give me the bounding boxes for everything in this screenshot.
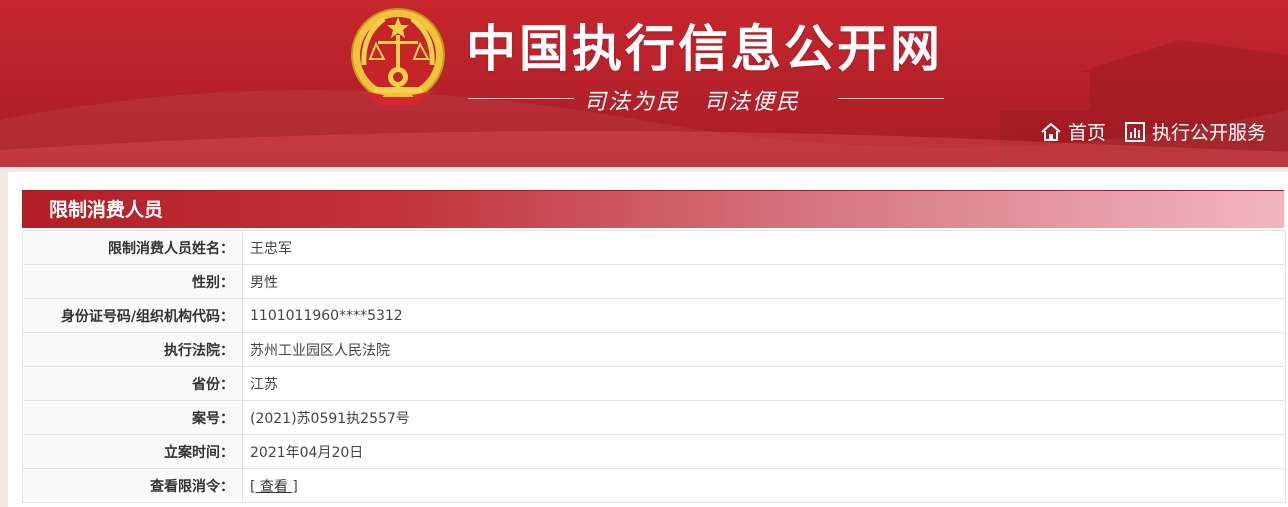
table-row: 案号： (2021)苏0591执2557号: [22, 400, 1286, 435]
row-label: 限制消费人员姓名：: [22, 230, 243, 265]
row-value: 江苏: [242, 366, 1286, 401]
nav-execution-service-label: 执行公开服务: [1151, 122, 1266, 144]
slogan-divider-right: [838, 98, 944, 99]
row-label: 立案时间：: [22, 434, 243, 469]
table-row: 省份： 江苏: [22, 366, 1286, 401]
row-label: 执行法院：: [22, 332, 243, 367]
link-bracket-close: ]: [292, 478, 298, 495]
table-row: 性别： 男性: [22, 264, 1286, 299]
table-row: 身份证号码/组织机构代码： 1101011960****5312: [22, 298, 1286, 333]
row-label: 性别：: [22, 264, 243, 299]
row-label: 查看限消令：: [22, 468, 243, 503]
table-row: 限制消费人员姓名： 王忠军: [22, 230, 1286, 265]
panel-title: 限制消费人员: [22, 190, 1284, 228]
row-value: 王忠军: [242, 230, 1286, 265]
row-value: 1101011960****5312: [242, 298, 1286, 333]
row-label: 案号：: [22, 400, 243, 435]
restricted-consumer-panel: 限制消费人员 限制消费人员姓名： 王忠军 性别： 男性 身份证号码/组织机构代码…: [8, 172, 1288, 507]
row-value: (2021)苏0591执2557号: [242, 400, 1286, 435]
slogan-divider-left: [468, 98, 574, 99]
chart-icon: [1124, 121, 1145, 142]
view-order-link[interactable]: 查看: [255, 479, 292, 495]
site-slogan: 司法为民 司法便民: [584, 90, 801, 115]
table-row: 执行法院： 苏州工业园区人民法院: [22, 332, 1286, 367]
site-header: 中国执行信息公开网 司法为民 司法便民 首页 执行公开服务: [0, 0, 1288, 167]
top-nav: 首页 执行公开服务: [1040, 118, 1266, 145]
row-value: 男性: [242, 264, 1286, 299]
court-emblem-icon: [351, 8, 445, 105]
table-row: 立案时间： 2021年04月20日: [22, 434, 1286, 469]
row-value: 苏州工业园区人民法院: [242, 332, 1286, 367]
nav-home-label: 首页: [1067, 122, 1106, 144]
nav-execution-service-link[interactable]: 执行公开服务: [1124, 118, 1266, 145]
home-icon: [1041, 122, 1061, 141]
table-row: 查看限消令： [ 查看 ]: [22, 468, 1286, 503]
row-label: 身份证号码/组织机构代码：: [22, 298, 243, 333]
row-value: [ 查看 ]: [242, 468, 1286, 503]
person-info-table: 限制消费人员姓名： 王忠军 性别： 男性 身份证号码/组织机构代码： 11010…: [22, 230, 1286, 503]
row-value: 2021年04月20日: [242, 434, 1286, 469]
row-label: 省份：: [22, 366, 243, 401]
site-title: 中国执行信息公开网: [466, 20, 943, 78]
nav-home-link[interactable]: 首页: [1040, 118, 1106, 145]
